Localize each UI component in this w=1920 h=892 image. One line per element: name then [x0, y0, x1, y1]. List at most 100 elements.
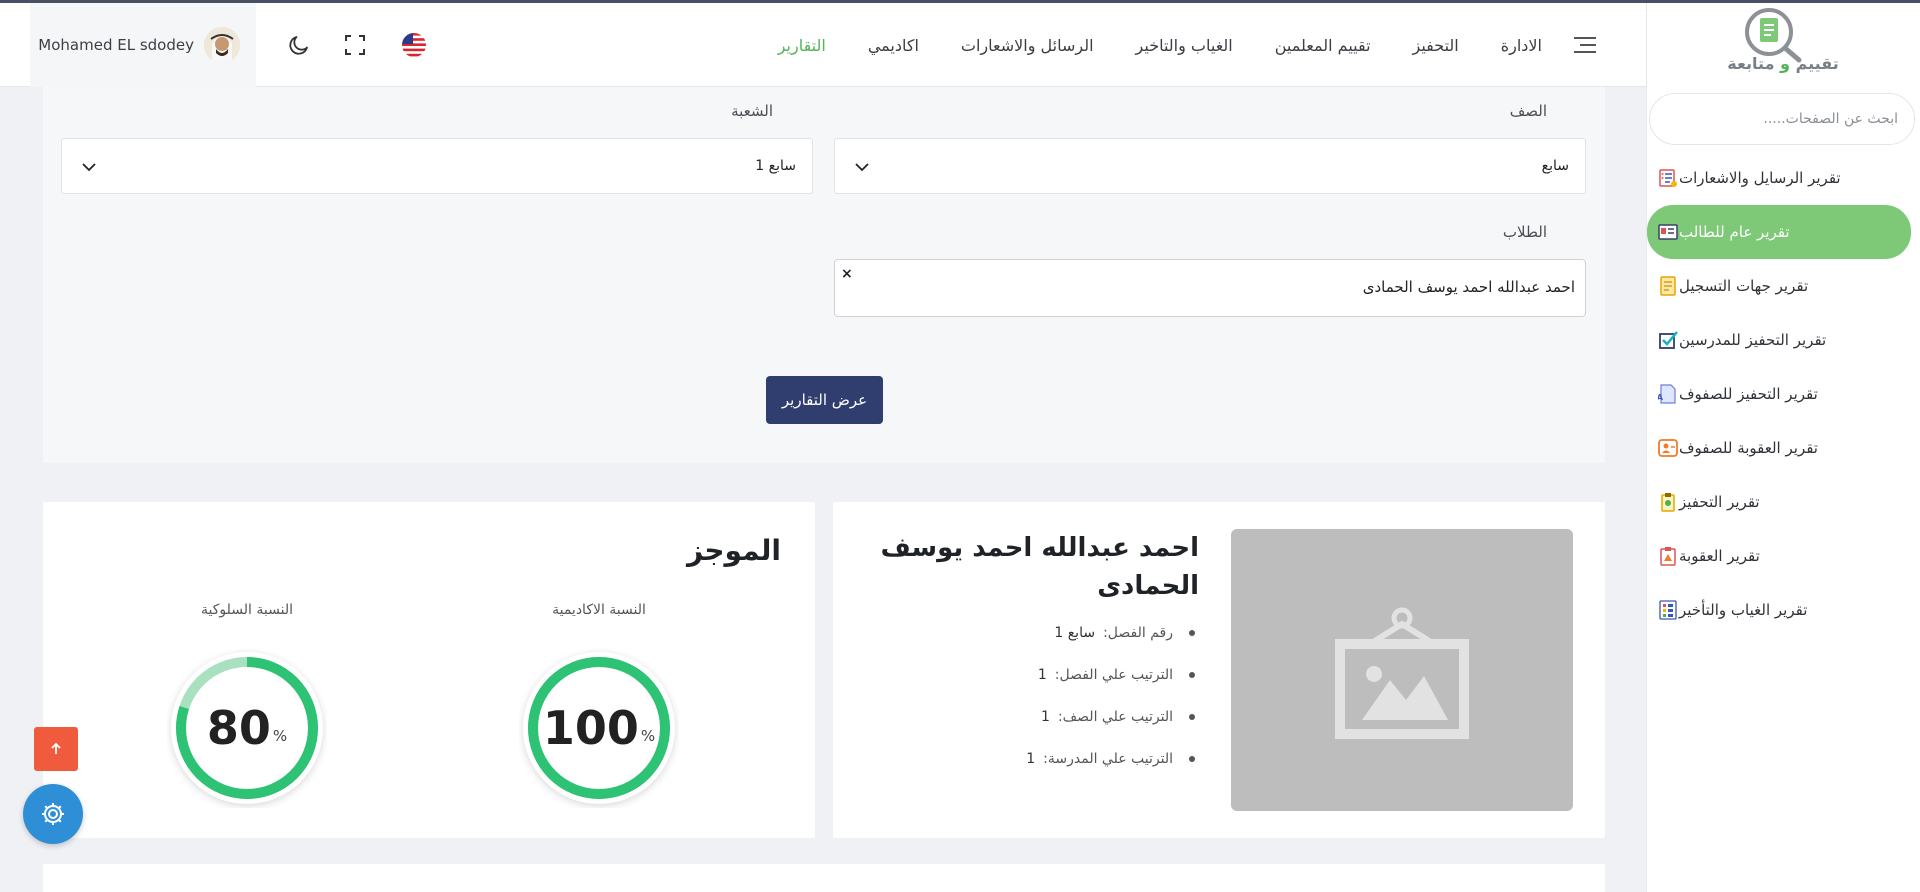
students-multiselect[interactable]: × احمد عبدالله احمد يوسف الحمادى [834, 259, 1586, 317]
menu-toggle-icon[interactable] [1572, 33, 1600, 57]
svg-text:A+: A+ [1658, 393, 1664, 402]
nav-item-academic[interactable]: اكاديمي [868, 36, 919, 55]
dark-mode-moon-icon[interactable] [286, 32, 312, 58]
bullet [1189, 756, 1195, 762]
avatar[interactable] [204, 27, 240, 63]
grade-select-value: سابع [1541, 158, 1569, 174]
attendance-grid-icon [1657, 599, 1679, 621]
grade-label: الصف [1509, 102, 1547, 120]
students-label: الطلاب [1502, 223, 1547, 241]
sidebar-item-label: تقرير عام للطالب [1679, 223, 1790, 241]
sidebar-item-penalty-report[interactable]: تقرير العقوبة [1647, 529, 1919, 583]
sidebar-item-label: تقرير العقوبة للصفوف [1679, 439, 1818, 457]
next-card [43, 864, 1605, 892]
chevron-down-icon [82, 157, 96, 176]
sidebar-item-teacher-motivation-report[interactable]: تقرير التحفيز للمدرسين [1647, 313, 1919, 367]
section-label: الشعبة [731, 102, 773, 120]
logo[interactable]: تقييم و متابعة [1713, 4, 1853, 80]
section-select-value: سابع 1 [755, 158, 796, 174]
sidebar-item-class-penalty-report[interactable]: تقرير العقوبة للصفوف [1647, 421, 1919, 475]
summary-title: الموجز [686, 534, 781, 567]
bullet [1189, 672, 1195, 678]
stat-value: 1 [1026, 751, 1036, 767]
document-icon [1657, 275, 1679, 297]
student-name: احمد عبدالله احمد يوسف الحمادى [880, 533, 1199, 601]
top-navbar: Mohamed EL sdodey الادارة التحفيز تقييم … [0, 3, 1646, 87]
stat-label: رقم الفصل: [1103, 625, 1173, 641]
nav-item-motivation[interactable]: التحفيز [1413, 36, 1459, 55]
student-card-icon [1657, 221, 1679, 243]
sidebar-item-label: تقرير العقوبة [1679, 547, 1760, 565]
percent-sign: % [272, 727, 288, 745]
user-penalty-icon [1657, 437, 1679, 459]
sidebar-item-label: تقرير التحفيز للصفوف [1679, 385, 1818, 403]
list-item: الترتيب علي الفصل: 1 [945, 654, 1195, 696]
nav-item-teacher-evaluation[interactable]: تقييم المعلمين [1275, 36, 1371, 55]
stat-label: الترتيب علي الفصل: [1054, 667, 1173, 683]
gear-icon [42, 803, 64, 825]
award-clipboard-icon [1657, 491, 1679, 513]
academic-rate-label: النسبة الاكاديمية [552, 602, 646, 618]
checkbox-icon [1657, 329, 1679, 351]
remove-selection-icon[interactable]: × [841, 266, 853, 282]
stat-value: 1 [1041, 709, 1050, 725]
percent-sign: % [640, 727, 656, 745]
sidebar-item-student-report[interactable]: تقرير عام للطالب [1647, 205, 1911, 259]
behavior-rate-value: 80 [206, 701, 271, 755]
list-item: رقم الفصل: سابع 1 [945, 612, 1195, 654]
sidebar-item-label: تقرير التحفيز للمدرسين [1679, 331, 1827, 349]
academic-rate-text: 100% [519, 648, 679, 808]
scroll-to-top-button[interactable] [34, 727, 78, 771]
user-menu[interactable]: Mohamed EL sdodey [30, 3, 256, 87]
student-photo-placeholder [1231, 529, 1573, 811]
behavior-rate-label: النسبة السلوكية [201, 602, 293, 618]
sidebar-search-input[interactable] [1649, 93, 1915, 145]
nav-item-administration[interactable]: الادارة [1501, 36, 1542, 55]
list-item: الترتيب علي المدرسة: 1 [945, 738, 1195, 780]
show-reports-button[interactable]: عرض التقارير [766, 376, 883, 424]
grade-document-icon: A+ [1657, 383, 1679, 405]
sidebar-item-attendance-report[interactable]: تقرير الغياب والتأخير [1647, 583, 1919, 637]
summary-card: الموجز النسبة الاكاديمية النسبة السلوكية… [43, 502, 815, 838]
arrow-up-icon [51, 742, 61, 754]
chevron-down-icon [855, 157, 869, 176]
fullscreen-icon[interactable] [342, 32, 368, 58]
image-placeholder-icon [1335, 607, 1469, 739]
sidebar-item-label: تقرير الغياب والتأخير [1679, 601, 1808, 619]
behavior-rate-text: 80% [167, 648, 327, 808]
student-profile-card: احمد عبدالله احمد يوسف الحمادى رقم الفصل… [833, 502, 1605, 838]
grade-select[interactable]: سابع [834, 138, 1586, 194]
user-name: Mohamed EL sdodey [38, 36, 194, 54]
sidebar-item-messages-report[interactable]: تقرير الرسايل والاشعارات [1647, 151, 1919, 205]
main-content: الصف الشعبة سابع سابع 1 الطلاب × احمد عب… [0, 67, 1646, 892]
stat-value: 1 [1037, 667, 1047, 683]
behavior-progress-ring: 80% [167, 648, 327, 808]
nav-item-absence[interactable]: الغياب والتاخير [1136, 36, 1233, 55]
message-report-icon [1657, 167, 1679, 189]
top-accent-line [0, 0, 1920, 3]
sidebar-item-label: تقرير الرسايل والاشعارات [1679, 169, 1841, 187]
stat-value: سابع 1 [1054, 625, 1096, 641]
academic-progress-ring: 100% [519, 648, 679, 808]
sidebar-menu: تقرير الرسايل والاشعارات تقرير عام للطال… [1647, 151, 1919, 637]
report-filter-card: الصف الشعبة سابع سابع 1 الطلاب × احمد عب… [43, 67, 1605, 463]
sidebar-item-label: تقرير التحفيز [1679, 493, 1760, 511]
nav-item-messages[interactable]: الرسائل والاشعارات [961, 36, 1094, 55]
stat-label: الترتيب علي المدرسة: [1043, 751, 1173, 767]
warning-clipboard-icon [1657, 545, 1679, 567]
sidebar-item-class-motivation-report[interactable]: A+ تقرير التحفيز للصفوف [1647, 367, 1919, 421]
list-item: الترتيب علي الصف: 1 [945, 696, 1195, 738]
language-flag-us-icon[interactable] [401, 32, 427, 58]
main-nav: الادارة التحفيز تقييم المعلمين الغياب وا… [736, 3, 1600, 87]
sidebar-item-registration-report[interactable]: تقرير جهات التسجيل [1647, 259, 1919, 313]
section-select[interactable]: سابع 1 [61, 138, 813, 194]
student-stats-list: رقم الفصل: سابع 1 الترتيب علي الفصل: 1 الت… [945, 612, 1195, 780]
sidebar-item-motivation-report[interactable]: تقرير التحفيز [1647, 475, 1919, 529]
selected-student-tag: احمد عبدالله احمد يوسف الحمادى [1362, 278, 1575, 296]
sidebar-item-label: تقرير جهات التسجيل [1679, 277, 1809, 295]
bullet [1189, 714, 1195, 720]
stat-label: الترتيب علي الصف: [1057, 709, 1173, 725]
nav-item-reports[interactable]: التقارير [778, 36, 826, 55]
settings-button[interactable] [23, 784, 83, 844]
sidebar: تقييم و متابعة تقرير الرسايل والاشعارات … [1646, 0, 1920, 892]
